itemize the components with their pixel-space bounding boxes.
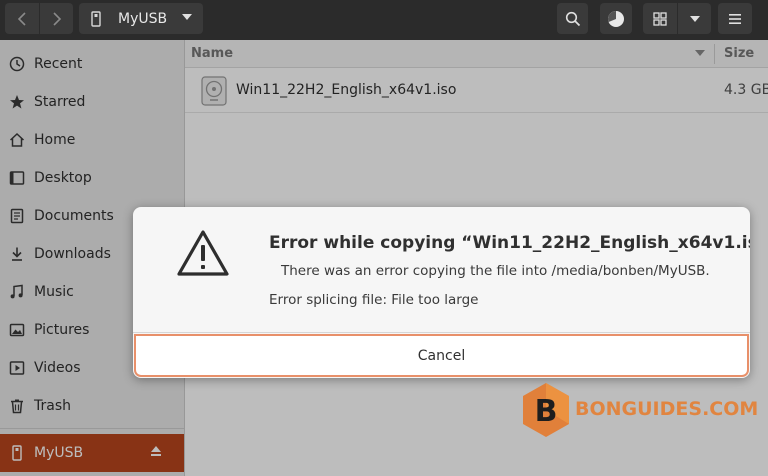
header-bar: MyUSB xyxy=(0,0,768,40)
search-button[interactable] xyxy=(557,3,588,34)
disk-usage-icon xyxy=(608,10,624,27)
logo-letter: B xyxy=(535,394,558,429)
navigation-buttons xyxy=(5,3,73,34)
main-menu-button[interactable] xyxy=(718,3,752,34)
path-label: MyUSB xyxy=(118,10,168,27)
go-back-icon xyxy=(17,11,26,26)
cancel-button[interactable]: Cancel xyxy=(134,334,749,377)
hexagon-logo-icon: B xyxy=(523,383,569,437)
dialog-title: Error while copying “Win11_22H2_English_… xyxy=(269,233,750,253)
forward-button[interactable] xyxy=(39,3,73,34)
search-icon xyxy=(565,11,580,26)
view-options-group xyxy=(643,3,711,34)
chevron-down-icon xyxy=(182,14,192,20)
grid-view-icon xyxy=(653,11,667,26)
dialog-message: There was an error copying the file into… xyxy=(281,263,710,279)
watermark-text: BONGUIDES.COM xyxy=(575,398,759,420)
warning-triangle-icon xyxy=(177,230,229,276)
path-bar-button[interactable]: MyUSB xyxy=(79,3,203,34)
grid-view-button[interactable] xyxy=(643,3,677,34)
chevron-down-icon xyxy=(689,15,700,22)
view-menu-button[interactable] xyxy=(677,3,711,34)
usb-drive-icon xyxy=(88,10,104,27)
hamburger-menu-icon xyxy=(729,13,741,24)
dialog-separator xyxy=(133,332,750,333)
back-button[interactable] xyxy=(5,3,39,34)
error-dialog: Error while copying “Win11_22H2_English_… xyxy=(133,207,750,378)
dialog-detail: Error splicing file: File too large xyxy=(269,292,479,308)
go-forward-icon xyxy=(52,11,61,26)
disk-usage-button[interactable] xyxy=(600,3,632,34)
watermark-logo: B BONGUIDES.COM xyxy=(520,382,758,438)
